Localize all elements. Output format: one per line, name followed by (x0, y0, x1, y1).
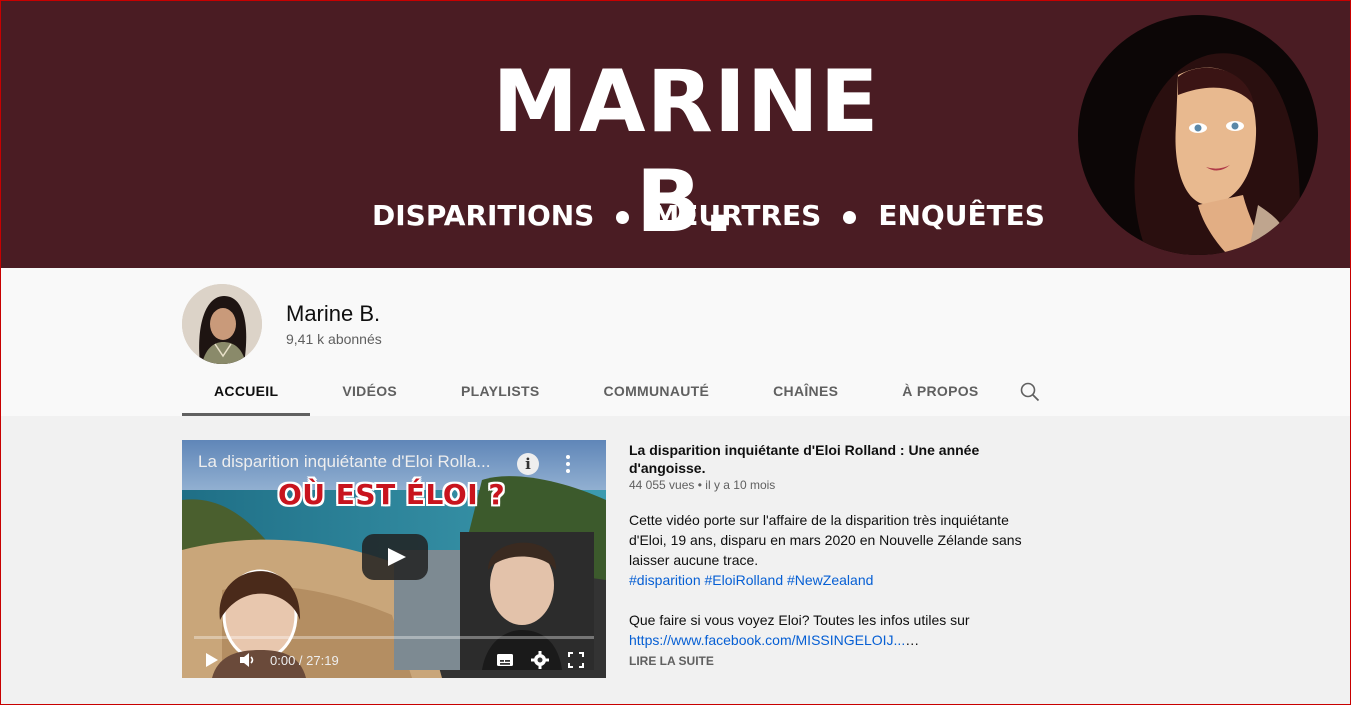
tagline-item: MEURTRES (651, 199, 822, 232)
channel-header: Marine B. 9,41 k abonnés ACCUEIL VIDÉOS … (0, 268, 1351, 416)
more-vert-icon[interactable] (558, 452, 578, 476)
hashtags: #disparition #EloiRolland #NewZealand (629, 570, 1029, 590)
banner-portrait-illustration (1078, 15, 1318, 255)
video-player[interactable]: La disparition inquiétante d'Eloi Rolla.… (182, 440, 606, 678)
view-count: 44 055 vues (629, 478, 695, 492)
hashtag-link[interactable]: #disparition (629, 572, 701, 588)
player-title[interactable]: La disparition inquiétante d'Eloi Rolla.… (198, 452, 518, 472)
channel-name: Marine B. (286, 301, 381, 326)
tab-playlists[interactable]: PLAYLISTS (429, 366, 571, 416)
play-control-icon[interactable] (204, 650, 220, 670)
description-link-line: https://www.facebook.com/MISSINGELOIJ...… (629, 630, 1029, 650)
progress-bar[interactable] (194, 636, 594, 639)
volume-icon[interactable] (238, 650, 258, 670)
subscriber-count: 9,41 k abonnés (286, 331, 382, 347)
bullet-icon (616, 210, 630, 224)
video-meta: 44 055 vues • il y a 10 mois (629, 478, 775, 492)
description-text: Que faire si vous voyez Eloi? Toutes les… (629, 612, 970, 628)
tagline-item: DISPARITIONS (372, 199, 595, 232)
description-text: Cette vidéo porte sur l'affaire de la di… (629, 512, 1022, 568)
tab-videos[interactable]: VIDÉOS (310, 366, 429, 416)
video-description: Cette vidéo porte sur l'affaire de la di… (629, 510, 1029, 650)
tab-communaute[interactable]: COMMUNAUTÉ (571, 366, 741, 416)
link-ellipsis: … (905, 632, 920, 648)
upload-date: il y a 10 mois (705, 478, 776, 492)
read-more-button[interactable]: LIRE LA SUITE (629, 654, 714, 668)
tagline-item: ENQUÊTES (878, 199, 1045, 232)
subtitles-icon[interactable] (495, 650, 515, 670)
facebook-link[interactable]: https://www.facebook.com/MISSINGELOIJ... (629, 632, 905, 648)
settings-icon[interactable] (530, 650, 550, 670)
fullscreen-icon[interactable] (566, 650, 586, 670)
search-icon[interactable] (1018, 380, 1042, 404)
time-display: 0:00 / 27:19 (270, 653, 339, 668)
channel-avatar[interactable] (182, 284, 262, 364)
hashtag-link[interactable]: #NewZealand (787, 572, 873, 588)
channel-tabs: ACCUEIL VIDÉOS PLAYLISTS COMMUNAUTÉ CHAÎ… (182, 366, 1011, 416)
thumbnail-headline: OÙ EST ÉLOI ? (278, 478, 506, 511)
tab-accueil[interactable]: ACCUEIL (182, 366, 311, 416)
hashtag-link[interactable]: #EloiRolland (705, 572, 784, 588)
tab-chaines[interactable]: CHAÎNES (741, 366, 870, 416)
channel-banner: MARINE B. DISPARITIONS MEURTRES ENQUÊTES (0, 0, 1351, 268)
tab-a-propos[interactable]: À PROPOS (870, 366, 1010, 416)
featured-video-title[interactable]: La disparition inquiétante d'Eloi Rollan… (629, 441, 1039, 477)
banner-tagline: DISPARITIONS MEURTRES ENQUÊTES (372, 196, 1045, 236)
play-icon[interactable] (362, 534, 428, 580)
info-icon[interactable]: i (517, 453, 539, 475)
home-content: La disparition inquiétante d'Eloi Rolla.… (0, 416, 1351, 705)
meta-separator: • (697, 478, 702, 492)
bullet-icon (843, 210, 857, 224)
